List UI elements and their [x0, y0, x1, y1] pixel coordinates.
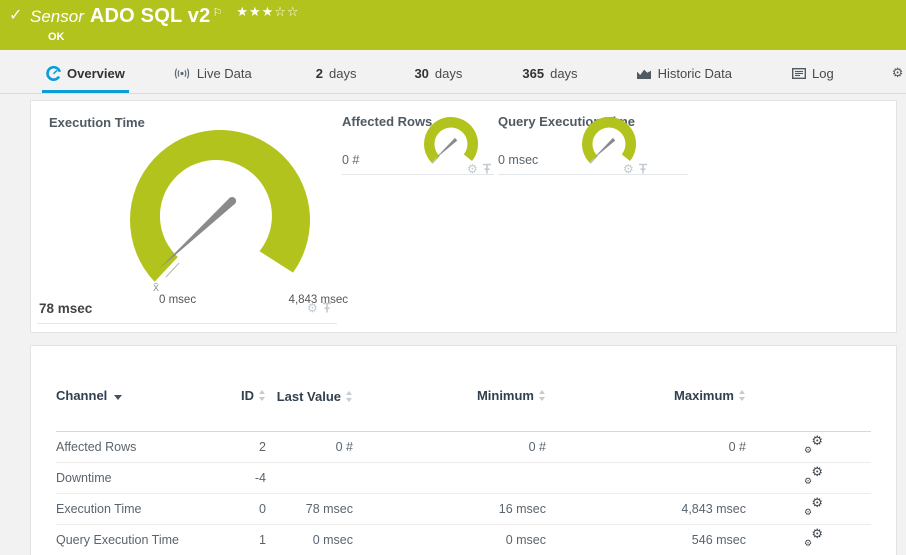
- sort-icon: [539, 390, 546, 401]
- channels-panel: Channel ID Last Value Minimum Maximum Af…: [30, 345, 897, 555]
- tab-2-days[interactable]: 2 days: [312, 66, 361, 93]
- sorted-desc-icon: [114, 395, 123, 400]
- execution-time-gauge: x̄: [129, 129, 310, 294]
- gauge-min-label: 0 msec: [159, 294, 197, 306]
- sort-icon: [346, 391, 353, 402]
- channel-minimum: 0 #: [528, 440, 546, 454]
- table-row: Downtime -4 ⚙ ⚙: [56, 463, 871, 494]
- channel-id: 2: [259, 440, 266, 454]
- channel-settings-icon[interactable]: ⚙ ⚙: [804, 496, 823, 517]
- gear-icon[interactable]: ⚙: [307, 302, 318, 314]
- column-header-maximum[interactable]: Maximum: [546, 388, 746, 403]
- channel-name[interactable]: Downtime: [56, 471, 206, 485]
- tab-overview[interactable]: Overview: [42, 66, 129, 93]
- channel-id: -4: [254, 471, 266, 485]
- status-ok-check-icon: ✓: [9, 7, 23, 24]
- channel-last-value: 0 msec: [312, 533, 353, 547]
- table-row: Execution Time 0 78 msec 16 msec 4,843 m…: [56, 494, 871, 525]
- live-signal-icon: [174, 68, 190, 79]
- primary-gauge-actions: ⚙: [307, 302, 333, 314]
- column-header-minimum[interactable]: Minimum: [353, 388, 546, 403]
- pin-icon[interactable]: [321, 302, 333, 314]
- tab-live-data[interactable]: Live Data: [169, 66, 256, 93]
- tab-30-days[interactable]: 30 days: [410, 66, 466, 93]
- channel-name[interactable]: Query Execution Time: [56, 533, 206, 547]
- tab-label: Log: [811, 66, 834, 81]
- channel-settings-icon[interactable]: ⚙ ⚙: [804, 527, 823, 548]
- table-row: Query Execution Time 1 0 msec 0 msec 546…: [56, 525, 871, 555]
- channel-maximum: 4,843 msec: [681, 502, 746, 516]
- tab-label: Overview: [67, 66, 125, 81]
- flag-icon[interactable]: ⚐: [212, 7, 222, 19]
- table-row: Affected Rows 2 0 # 0 # 0 # ⚙ ⚙: [56, 432, 871, 463]
- gauges-panel: Execution Time x̄ 0 msec 4,843 msec 78 m…: [30, 100, 897, 333]
- tab-bar: Overview Live Data 2 days 30 days 365 da…: [0, 50, 906, 94]
- channel-name[interactable]: Execution Time: [56, 502, 206, 516]
- log-list-icon: [791, 68, 806, 79]
- channel-last-value: 78 msec: [305, 502, 353, 516]
- channel-maximum: 546 msec: [691, 533, 746, 547]
- sort-icon: [739, 390, 746, 401]
- channel-id: 1: [259, 533, 266, 547]
- tab-settings[interactable]: ⚙ Settings: [888, 65, 906, 93]
- tab-log[interactable]: Log: [788, 66, 838, 93]
- sensor-status-header: ✓ Sensor ADO SQL v2 ⚐ ★★★☆☆ OK: [0, 0, 906, 50]
- column-header-id[interactable]: ID: [206, 388, 266, 403]
- channel-minimum: 16 msec: [498, 502, 546, 516]
- tab-label: Live Data: [196, 66, 252, 81]
- secondary-gauge-value: 0 #: [342, 153, 360, 167]
- primary-gauge-value: 78 msec: [39, 301, 93, 316]
- divider: [342, 174, 494, 175]
- gear-icon: ⚙: [891, 65, 904, 80]
- channel-name[interactable]: Affected Rows: [56, 440, 206, 454]
- channel-minimum: 0 msec: [505, 533, 546, 547]
- secondary-gauge-value: 0 msec: [498, 153, 539, 167]
- status-badge: OK: [48, 31, 65, 43]
- table-header-row: Channel ID Last Value Minimum Maximum: [56, 374, 871, 432]
- average-marker: x̄: [153, 280, 159, 294]
- channel-table: Channel ID Last Value Minimum Maximum Af…: [56, 374, 871, 555]
- priority-stars[interactable]: ★★★☆☆: [236, 4, 299, 19]
- sort-icon: [259, 390, 266, 401]
- channel-maximum: 0 #: [728, 440, 746, 454]
- channel-settings-icon[interactable]: ⚙ ⚙: [804, 434, 823, 455]
- divider: [498, 174, 688, 175]
- channel-last-value: 0 #: [335, 440, 353, 454]
- channel-settings-icon[interactable]: ⚙ ⚙: [804, 465, 823, 486]
- object-kind-label: Sensor: [30, 7, 84, 26]
- column-header-last-value[interactable]: Last Value: [266, 388, 353, 406]
- gauge-max-label: 4,843 msec: [288, 294, 348, 306]
- tab-365-days[interactable]: 365 days: [518, 66, 581, 93]
- divider: [37, 323, 337, 324]
- column-header-channel[interactable]: Channel: [56, 388, 206, 403]
- gauge-icon: [46, 66, 61, 81]
- area-chart-icon: [636, 69, 651, 79]
- sensor-title: ADO SQL v2: [89, 5, 211, 27]
- tab-label: Historic Data: [657, 66, 732, 81]
- channel-id: 0: [259, 502, 266, 516]
- tab-historic-data[interactable]: Historic Data: [632, 66, 736, 93]
